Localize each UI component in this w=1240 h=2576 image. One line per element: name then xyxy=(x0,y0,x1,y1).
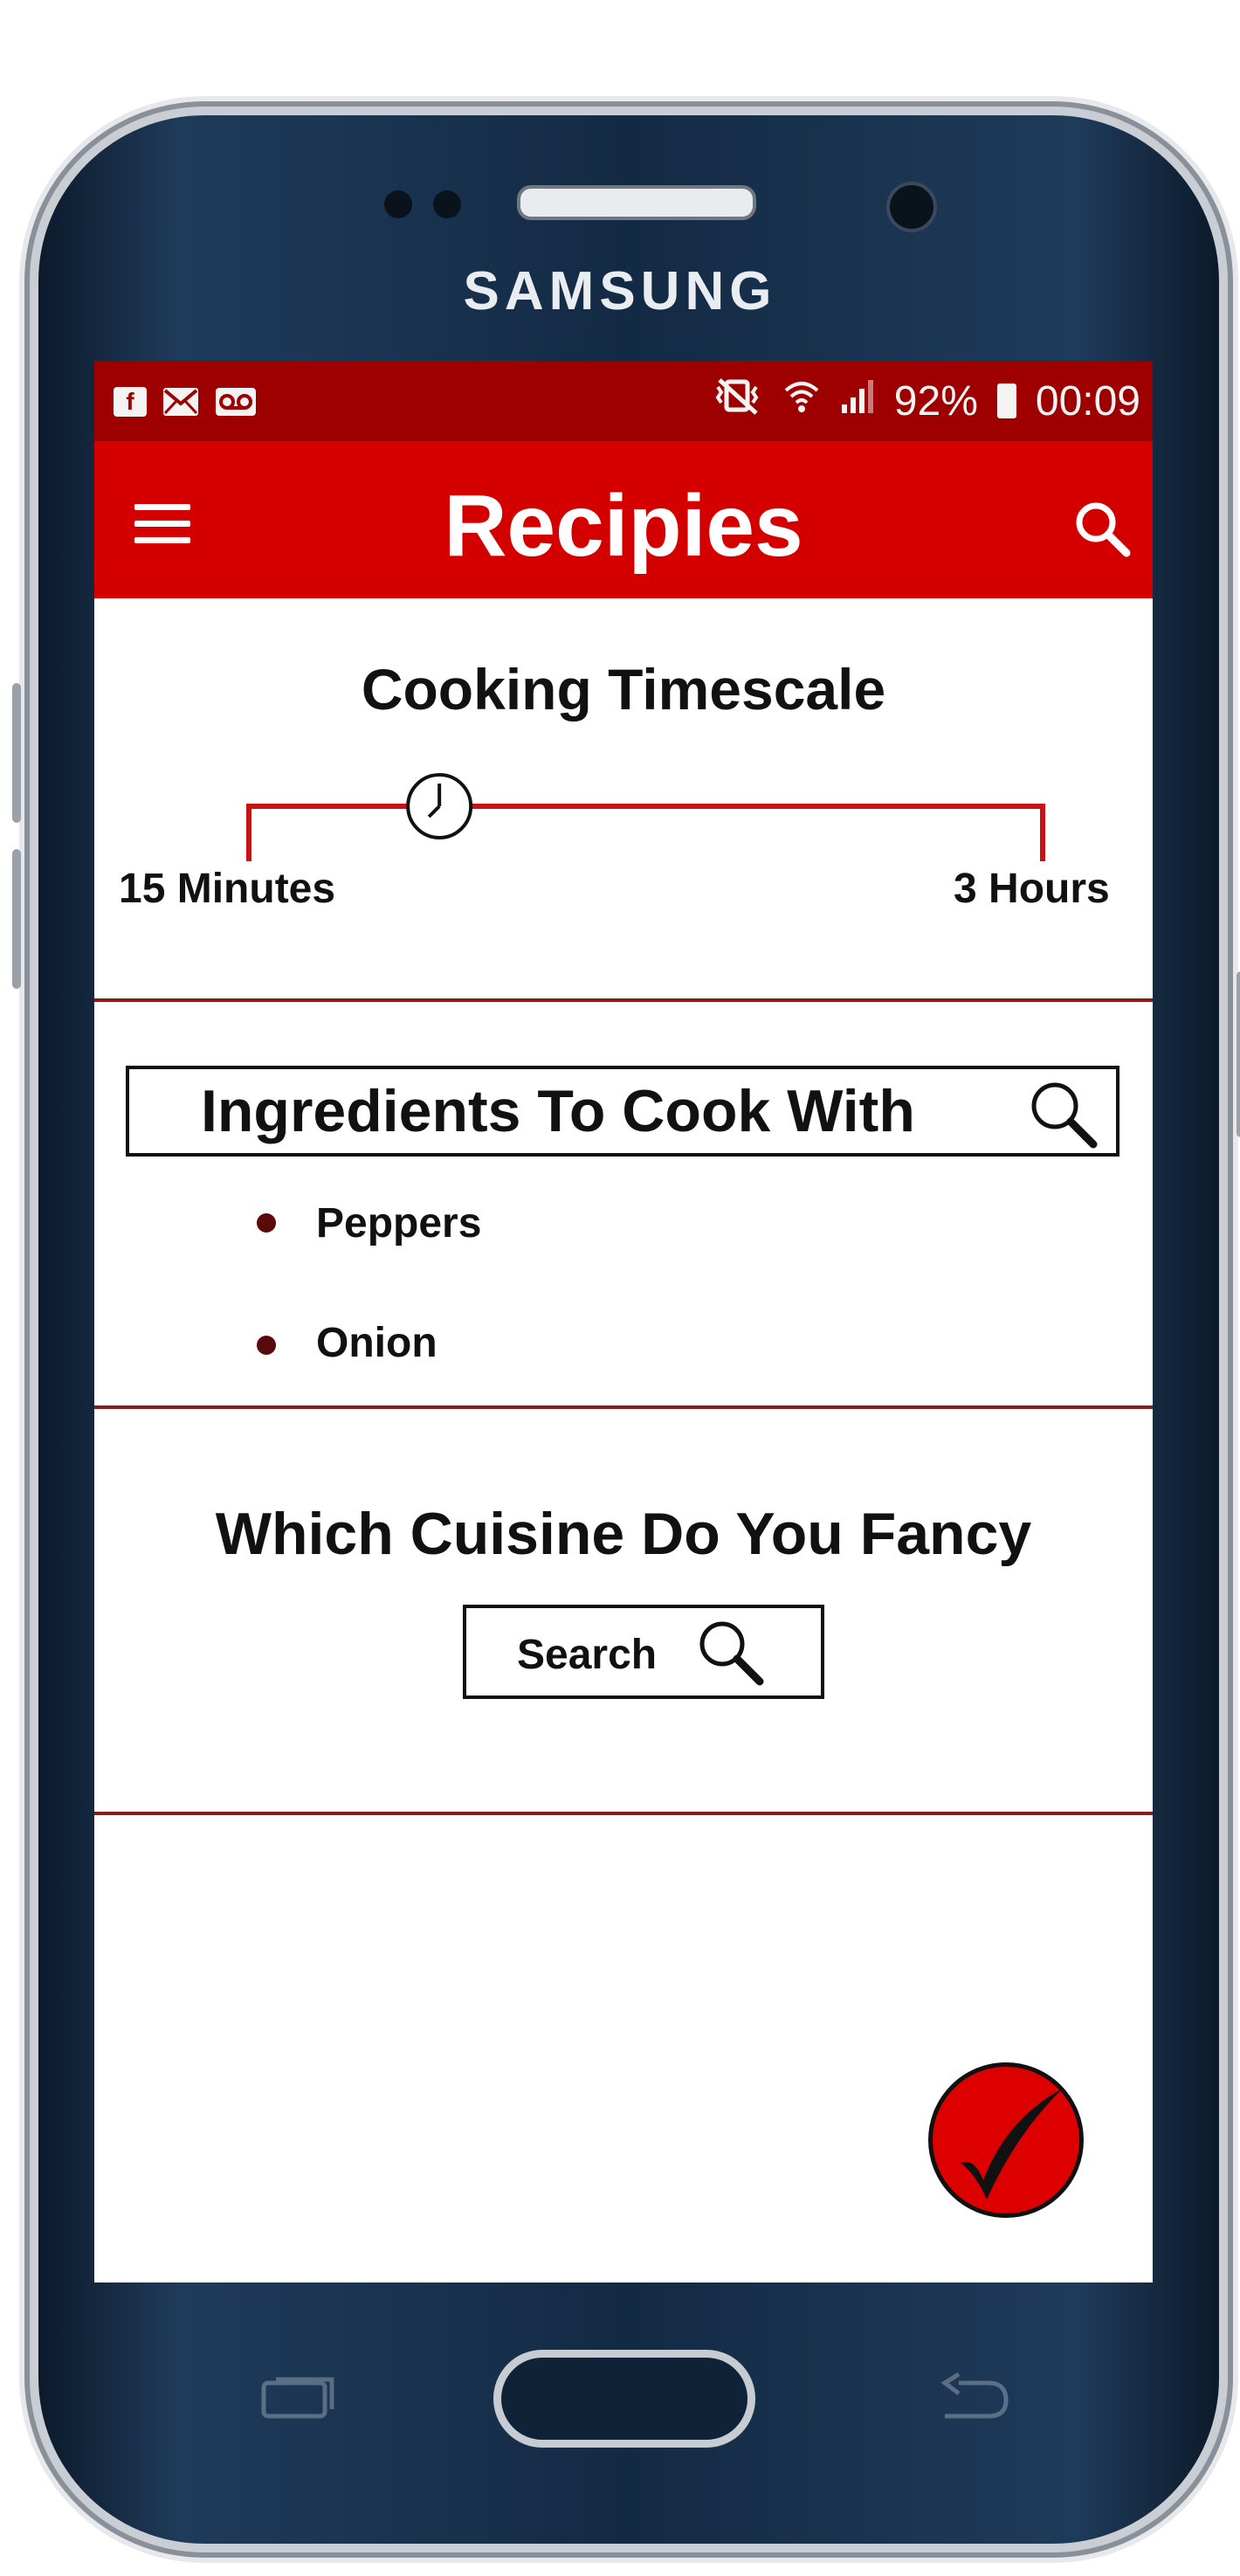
battery-percent: 92% xyxy=(893,377,978,425)
cuisine-search-label: Search xyxy=(517,1632,658,1678)
ingredients-search-box[interactable]: Ingredients To Cook With xyxy=(126,1066,1119,1157)
mute-vibrate-icon xyxy=(711,376,763,425)
signal-icon xyxy=(840,376,875,425)
list-item: Onion xyxy=(316,1320,437,1366)
facebook-icon: f xyxy=(114,387,147,417)
volume-button xyxy=(12,683,21,823)
power-button xyxy=(1237,971,1240,1137)
magnifier-icon xyxy=(695,1617,767,1693)
timescale-max-label: 3 Hours xyxy=(954,866,1110,912)
voicemail-icon xyxy=(215,387,257,421)
section-divider xyxy=(94,998,1153,1002)
search-icon[interactable] xyxy=(1072,499,1133,560)
magnifier-icon[interactable] xyxy=(1027,1078,1100,1156)
battery-icon xyxy=(996,383,1016,418)
checkmark-icon xyxy=(961,2088,1064,2200)
sensor-icon xyxy=(433,190,461,218)
timescale-min-label: 15 Minutes xyxy=(119,866,336,912)
app-screen: f 92% 00:09 Recipies Cooking Timescale 1… xyxy=(94,361,1153,2282)
bullet-icon xyxy=(257,1213,276,1233)
app-title: Recipies xyxy=(444,477,803,575)
section-divider xyxy=(94,1812,1153,1815)
section-divider xyxy=(94,1405,1153,1409)
volume-button xyxy=(12,849,21,989)
list-item: Peppers xyxy=(316,1200,482,1247)
back-key[interactable] xyxy=(936,2372,1011,2428)
wifi-icon xyxy=(782,376,821,425)
status-bar: f 92% 00:09 xyxy=(94,361,1153,441)
device-brand: SAMSUNG xyxy=(463,261,777,321)
email-icon xyxy=(162,387,199,421)
clock-icon[interactable] xyxy=(406,773,473,839)
home-button[interactable] xyxy=(493,2350,755,2448)
cuisine-title: Which Cuisine Do You Fancy xyxy=(215,1501,1032,1567)
bullet-icon xyxy=(257,1336,276,1355)
front-camera-icon xyxy=(886,182,937,232)
sensor-icon xyxy=(384,190,412,218)
earpiece-speaker xyxy=(517,185,756,220)
cuisine-search-button[interactable]: Search xyxy=(463,1605,824,1699)
clock-time: 00:09 xyxy=(1035,377,1140,425)
ingredients-title: Ingredients To Cook With xyxy=(201,1078,915,1144)
timescale-title: Cooking Timescale xyxy=(361,657,886,722)
app-bar: Recipies xyxy=(94,441,1153,598)
recent-apps-key[interactable] xyxy=(258,2374,337,2426)
confirm-button[interactable] xyxy=(928,2062,1084,2218)
